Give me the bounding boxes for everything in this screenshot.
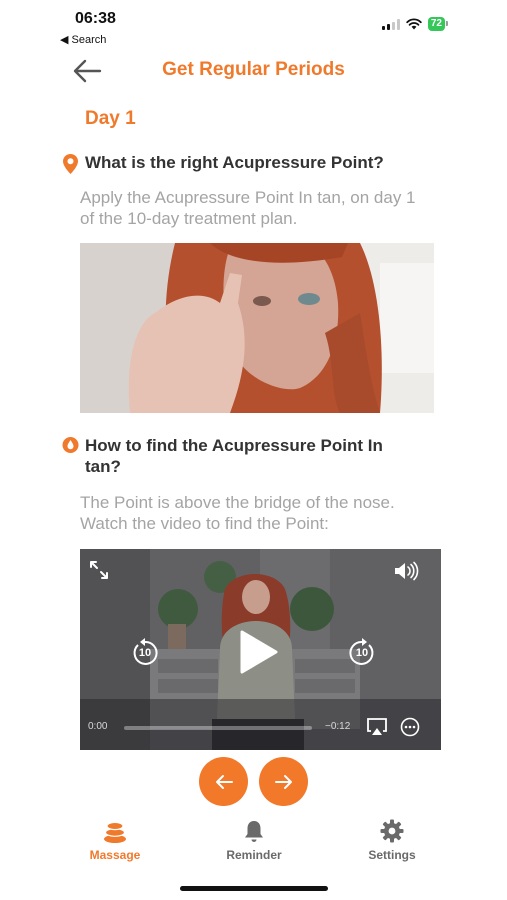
video-scrubber[interactable] — [124, 726, 312, 730]
massage-stones-icon — [104, 821, 126, 843]
section-heading-text: How to find the Acupressure Point In tan… — [85, 436, 383, 476]
acupressure-photo — [80, 243, 434, 413]
more-options-icon[interactable] — [400, 717, 420, 737]
section-description: The Point is above the bridge of the nos… — [80, 493, 395, 533]
section-heading-acupressure-point: What is the right Acupressure Point? — [62, 152, 422, 175]
previous-button[interactable] — [199, 757, 248, 806]
home-indicator — [180, 886, 328, 891]
next-button[interactable] — [259, 757, 308, 806]
section-description: Apply the Acupressure Point In tan, on d… — [80, 188, 416, 228]
tab-settings[interactable]: Settings — [347, 818, 437, 862]
skip-forward-seconds: 10 — [355, 647, 369, 659]
tab-label: Massage — [89, 848, 141, 862]
airplay-icon[interactable] — [366, 717, 388, 737]
volume-icon[interactable] — [393, 561, 421, 581]
woman-pressing-point-image — [80, 243, 434, 413]
status-icons: 72 — [381, 17, 449, 31]
tab-reminder[interactable]: Reminder — [209, 818, 299, 862]
battery-indicator: 72 — [427, 17, 449, 31]
video-player[interactable]: 10 10 0:00 −0:12 — [80, 549, 441, 750]
tab-massage[interactable]: Massage — [70, 818, 160, 862]
skip-back-seconds: 10 — [138, 647, 152, 659]
section-heading-find-point: How to find the Acupressure Point In tan… — [62, 435, 422, 477]
signal-icon — [381, 18, 400, 30]
gear-icon — [380, 819, 404, 843]
drop-icon — [62, 437, 79, 453]
bell-icon — [245, 821, 263, 842]
video-remaining-time: −0:12 — [325, 721, 351, 732]
arrow-right-icon — [274, 774, 292, 789]
skip-forward-button[interactable]: 10 — [347, 637, 377, 669]
video-current-time: 0:00 — [88, 721, 108, 732]
back-to-search-link[interactable]: ◀ Search — [60, 33, 106, 46]
status-time: 06:38 — [75, 10, 116, 27]
map-pin-icon — [63, 154, 78, 174]
tab-label: Settings — [368, 848, 416, 862]
day-label: Day 1 — [85, 108, 136, 129]
play-icon[interactable] — [238, 629, 280, 675]
skip-back-button[interactable]: 10 — [130, 637, 160, 669]
tab-label: Reminder — [226, 848, 282, 862]
arrow-left-icon — [215, 774, 233, 789]
fullscreen-icon[interactable] — [88, 559, 110, 581]
page-title: Get Regular Periods — [162, 59, 345, 80]
wifi-icon — [406, 18, 422, 30]
section-heading-text: What is the right Acupressure Point? — [85, 153, 384, 172]
